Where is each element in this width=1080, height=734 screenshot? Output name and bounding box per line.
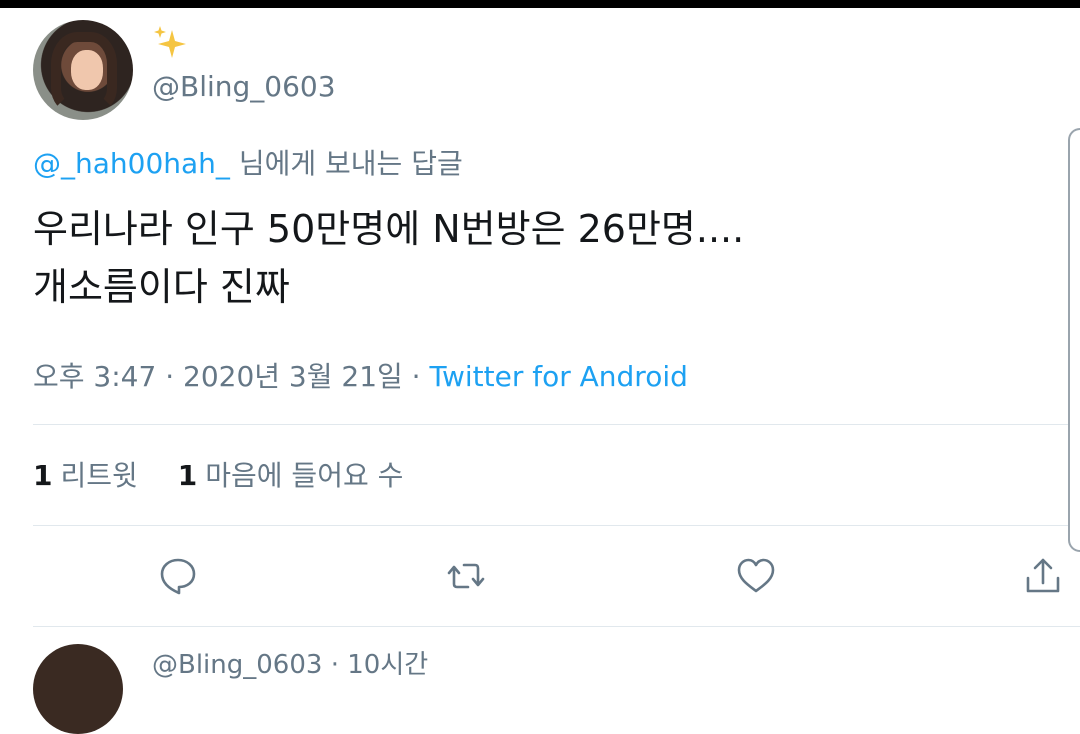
share-icon[interactable] — [1021, 554, 1065, 598]
tweet-stats: 1 리트윗 1 마음에 들어요 수 — [33, 454, 403, 494]
retweet-label: 리트윗 — [60, 459, 138, 492]
scrollbar[interactable] — [1068, 128, 1080, 552]
like-count: 1 — [177, 459, 198, 492]
divider — [33, 424, 1080, 425]
like-stat[interactable]: 1 마음에 들어요 수 — [178, 459, 404, 492]
user-handle[interactable]: @Bling_0603 — [152, 70, 336, 103]
divider — [33, 626, 1080, 627]
like-icon[interactable] — [734, 554, 778, 598]
tweet-text-line-1: 우리나라 인구 50만명에 N번방은 26만명.... — [33, 207, 745, 251]
tweet-time[interactable]: 오후 3:47 · 2020년 3월 21일 · — [33, 360, 429, 393]
retweet-icon[interactable] — [444, 554, 488, 598]
tweet-meta: 오후 3:47 · 2020년 3월 21일 · Twitter for And… — [33, 355, 688, 395]
reply-to-line: @_hah00hah_ 님에게 보내는 답글 — [33, 142, 463, 182]
sparkle-emoji-icon — [154, 26, 186, 58]
avatar[interactable] — [33, 20, 133, 120]
reply-icon[interactable] — [156, 554, 200, 598]
top-bar — [0, 0, 1080, 8]
retweet-stat[interactable]: 1 리트윗 — [33, 459, 138, 492]
reply-to-mention[interactable]: @_hah00hah_ — [33, 147, 230, 180]
tweet-text: 우리나라 인구 50만명에 N번방은 26만명.... 개소름이다 진짜 — [33, 200, 1033, 316]
like-label: 마음에 들어요 수 — [205, 459, 404, 492]
tweet-text-line-2: 개소름이다 진짜 — [33, 265, 290, 309]
next-tweet-avatar[interactable] — [33, 644, 123, 734]
retweet-count: 1 — [33, 459, 53, 492]
divider — [33, 525, 1080, 526]
next-tweet-header: @Bling_0603 · 10시간 — [152, 650, 429, 680]
reply-to-suffix: 님에게 보내는 답글 — [229, 147, 463, 180]
avatar-face — [71, 50, 103, 90]
tweet-source[interactable]: Twitter for Android — [429, 360, 687, 393]
